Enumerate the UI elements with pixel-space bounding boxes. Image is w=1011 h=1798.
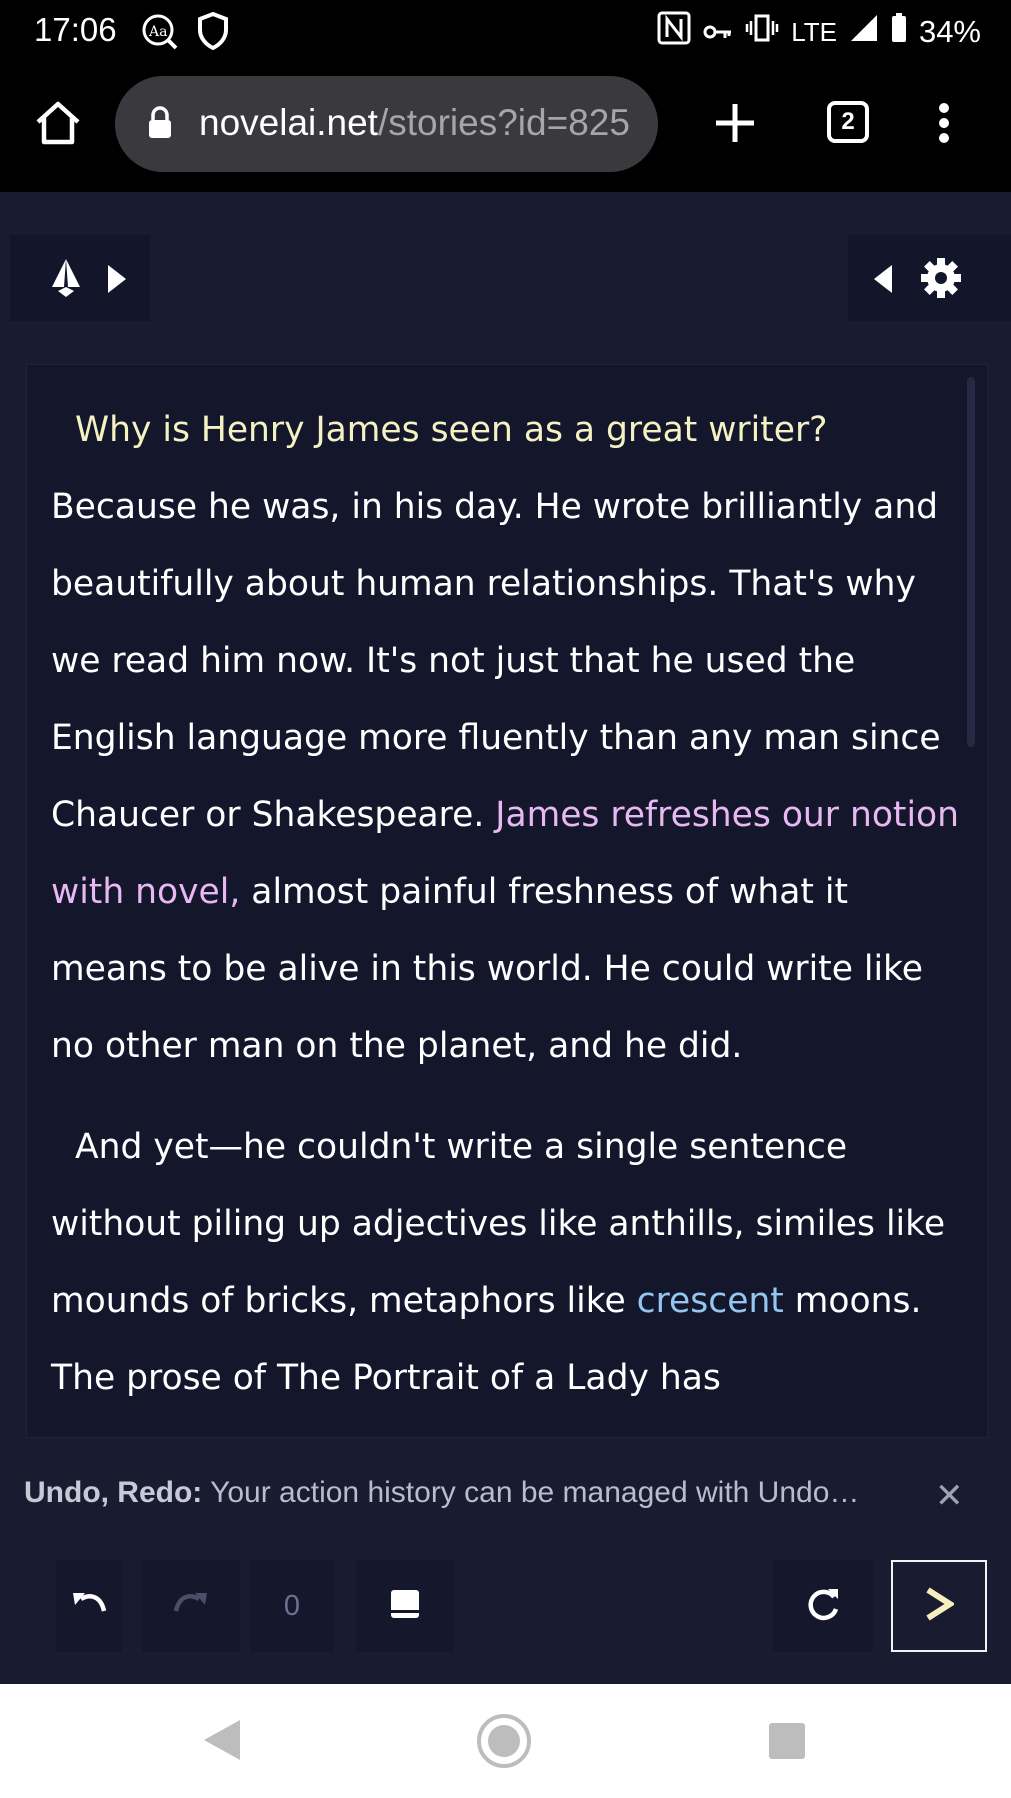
undo-icon	[71, 1589, 107, 1624]
browser-toolbar: novelai.net/stories?id=825 2	[0, 62, 1011, 192]
expand-left-icon	[872, 263, 894, 300]
signal-icon	[849, 13, 879, 51]
undo-button[interactable]	[56, 1560, 122, 1652]
network-type: LTE	[791, 16, 837, 47]
story-paragraph-2: And yet—he couldn't write a single sente…	[51, 1109, 961, 1417]
tip-message: Undo, Redo: Your action history can be m…	[24, 1476, 859, 1510]
status-bar: 17:06 Aa LTE 34%	[0, 0, 1011, 62]
redo-icon	[173, 1589, 209, 1624]
home-nav-icon[interactable]	[476, 1713, 532, 1774]
novelai-logo-icon	[48, 257, 84, 304]
history-count: 0	[283, 1589, 301, 1622]
tip-close-button[interactable]: ✕	[935, 1476, 964, 1516]
tab-count: 2	[841, 108, 855, 135]
retry-history-button[interactable]	[356, 1560, 454, 1652]
send-arrow-icon	[924, 1586, 956, 1627]
address-bar[interactable]: novelai.net/stories?id=825	[115, 76, 658, 172]
prompt-text: Why is Henry James seen as a great write…	[75, 410, 828, 450]
expand-right-icon	[106, 263, 128, 300]
back-icon[interactable]	[202, 1718, 242, 1767]
book-icon	[389, 1588, 421, 1625]
status-right-group: LTE 34%	[657, 11, 981, 53]
generated-text: Because he was, in his day. He wrote bri…	[51, 487, 941, 835]
vibrate-icon	[745, 13, 779, 51]
url-host: novelai.net	[199, 102, 378, 143]
svg-text:Aa: Aa	[148, 24, 167, 40]
home-icon[interactable]	[34, 100, 82, 151]
vpn-key-icon	[703, 14, 733, 50]
tip-text: Your action history can be managed with …	[210, 1476, 860, 1509]
status-time: 17:06	[34, 11, 117, 48]
gear-icon	[920, 257, 962, 304]
send-button[interactable]	[891, 1560, 987, 1652]
new-tab-icon[interactable]	[713, 101, 757, 150]
browser-menu-icon[interactable]	[936, 102, 952, 149]
history-counter[interactable]: 0	[250, 1560, 334, 1652]
shield-icon	[197, 11, 229, 55]
user-text: crescent	[636, 1281, 784, 1321]
editor-scrollbar[interactable]	[967, 377, 975, 747]
lock-icon	[147, 106, 173, 145]
retry-button[interactable]	[773, 1560, 873, 1652]
system-navigation-bar	[0, 1684, 1011, 1798]
recents-icon[interactable]	[768, 1722, 806, 1765]
retry-icon	[804, 1585, 842, 1628]
tab-switcher-button[interactable]: 2	[826, 100, 870, 144]
left-panel-toggle[interactable]	[10, 235, 150, 321]
story-editor[interactable]: Why is Henry James seen as a great write…	[26, 364, 988, 1438]
right-panel-toggle[interactable]	[848, 235, 1011, 321]
url-text: novelai.net/stories?id=825	[199, 102, 630, 144]
battery-icon	[891, 13, 907, 51]
redo-button[interactable]	[142, 1560, 240, 1652]
battery-percent: 34%	[918, 14, 981, 49]
url-path: /stories?id=825	[377, 102, 630, 143]
story-paragraph-1: Why is Henry James seen as a great write…	[51, 392, 961, 1085]
nfc-icon	[657, 11, 691, 53]
tip-title: Undo, Redo:	[24, 1476, 203, 1509]
font-size-icon: Aa	[140, 12, 180, 57]
